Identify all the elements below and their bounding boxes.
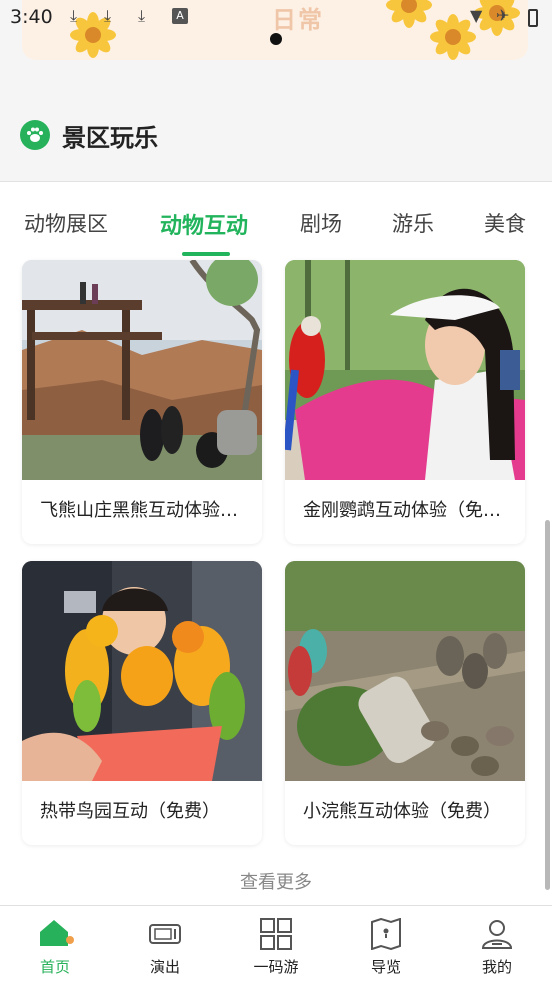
card-title: 金刚鹦鹉互动体验（免费） bbox=[303, 500, 517, 521]
tab-animal-interaction[interactable]: 动物互动 bbox=[160, 208, 248, 240]
stage-icon bbox=[148, 918, 182, 948]
activity-card[interactable]: 飞熊山庄黑熊互动体验（免费） bbox=[22, 260, 262, 544]
section-header: 景区玩乐 bbox=[0, 100, 552, 170]
active-tab-indicator bbox=[182, 252, 230, 256]
nav-guide[interactable]: 导览 bbox=[331, 906, 441, 983]
status-time: 3:40 bbox=[10, 6, 53, 28]
view-more-link[interactable]: 查看更多 bbox=[0, 868, 552, 894]
map-icon bbox=[369, 917, 403, 951]
text-icon: A bbox=[172, 8, 188, 24]
download-icon: ⤓ bbox=[70, 6, 78, 25]
nav-shows[interactable]: 演出 bbox=[110, 906, 220, 983]
tab-food[interactable]: 美食 bbox=[484, 208, 526, 238]
nav-label: 首页 bbox=[39, 958, 70, 976]
parakeets-photo bbox=[22, 561, 262, 781]
qr-grid-icon bbox=[259, 918, 293, 950]
tab-animal-exhibit[interactable]: 动物展区 bbox=[24, 208, 108, 238]
nav-label: 导览 bbox=[370, 958, 401, 976]
card-title: 小浣熊互动体验（免费） bbox=[303, 801, 501, 822]
airplane-icon: ✈ bbox=[496, 6, 510, 25]
section-title: 景区玩乐 bbox=[62, 124, 158, 152]
bear-enclosure-photo bbox=[22, 260, 262, 480]
tab-rides[interactable]: 游乐 bbox=[392, 208, 434, 238]
battery-icon bbox=[528, 9, 538, 27]
nav-label: 我的 bbox=[481, 958, 512, 976]
nav-home[interactable]: 首页 bbox=[0, 906, 110, 983]
tab-theater[interactable]: 剧场 bbox=[300, 208, 342, 238]
bottom-nav: 首页 演出 一码游 导览 我的 bbox=[0, 905, 552, 983]
top-banner-area: 日常 3:40 ⤓ ⤓ ⤓ A ▼ ✈ bbox=[0, 0, 552, 62]
download-icon: ⤓ bbox=[138, 6, 146, 25]
attractions-panel: 动物展区 动物互动 剧场 游乐 美食 飞熊山庄黑熊互动体验（免 金刚鹦鹉互动体验… bbox=[0, 181, 552, 905]
paw-icon bbox=[20, 120, 50, 150]
card-title: 飞熊山庄黑熊互动体验（免费） bbox=[40, 500, 254, 521]
activity-card[interactable]: 小浣熊互动体验（免费） bbox=[285, 561, 525, 845]
activity-card[interactable]: 热带鸟园互动（免费） bbox=[22, 561, 262, 845]
card-title: 热带鸟园互动（免费） bbox=[40, 801, 220, 822]
nav-label: 演出 bbox=[149, 958, 180, 976]
nav-qr-pass[interactable]: 一码游 bbox=[221, 906, 331, 983]
raccoon-enclosure-photo bbox=[285, 561, 525, 781]
home-icon bbox=[38, 918, 74, 948]
macaw-photo bbox=[285, 260, 525, 480]
nav-profile[interactable]: 我的 bbox=[442, 906, 552, 983]
activity-card[interactable]: 金刚鹦鹉互动体验（免费） bbox=[285, 260, 525, 544]
scrollbar[interactable] bbox=[545, 520, 550, 890]
user-icon bbox=[480, 918, 514, 949]
status-bar: 3:40 ⤓ ⤓ ⤓ A ▼ ✈ bbox=[0, 0, 552, 36]
wifi-icon: ▼ bbox=[470, 6, 483, 25]
download-icon: ⤓ bbox=[104, 6, 112, 25]
category-tabs: 动物展区 动物互动 剧场 游乐 美食 bbox=[0, 182, 552, 260]
nav-label: 一码游 bbox=[253, 958, 299, 976]
